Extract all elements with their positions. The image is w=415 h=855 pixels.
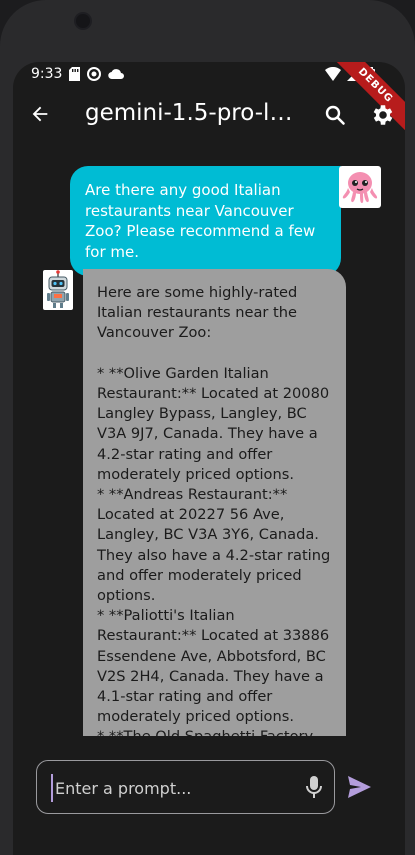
- back-arrow-icon[interactable]: [29, 103, 51, 125]
- phone-frame: 9:33 DEBUG gemini-1.5-pro-latest Are the…: [0, 0, 415, 855]
- user-message-bubble: Are there any good Italian restaurants n…: [70, 166, 341, 276]
- status-bar: 9:33 DEBUG: [13, 62, 405, 136]
- sd-card-icon: [69, 67, 80, 81]
- chat-list[interactable]: Are there any good Italian restaurants n…: [13, 150, 405, 736]
- octopus-avatar-icon: [342, 172, 378, 203]
- app-notification-icon: [87, 67, 101, 81]
- send-icon[interactable]: [347, 776, 371, 798]
- status-left-icons: [69, 67, 124, 81]
- prompt-input-container: [36, 760, 335, 814]
- model-message-bubble: Here are some highly-rated Italian resta…: [83, 269, 346, 736]
- front-camera: [76, 14, 90, 28]
- screen: 9:33 DEBUG gemini-1.5-pro-latest Are the…: [13, 62, 405, 855]
- robot-avatar-icon: [47, 270, 69, 308]
- microphone-icon[interactable]: [305, 775, 323, 799]
- wifi-icon: [325, 67, 341, 81]
- app-bar: gemini-1.5-pro-latest: [13, 90, 405, 140]
- prompt-input[interactable]: [51, 774, 287, 802]
- status-time: 9:33: [31, 66, 63, 82]
- gear-icon[interactable]: [370, 102, 396, 128]
- search-icon[interactable]: [323, 103, 347, 127]
- model-avatar: [43, 270, 73, 310]
- page-title: gemini-1.5-pro-latest: [85, 100, 300, 126]
- user-avatar: [339, 166, 381, 208]
- cloud-icon: [108, 69, 124, 80]
